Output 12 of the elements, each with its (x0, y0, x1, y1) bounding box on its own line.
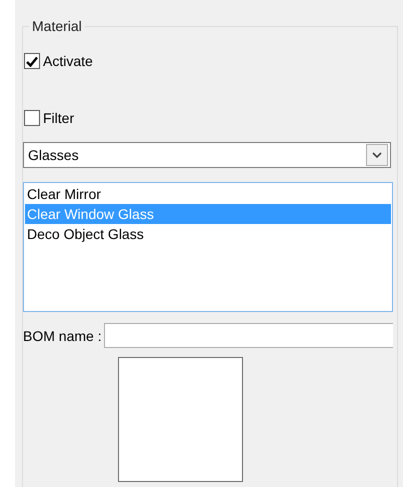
dropdown[interactable]: Glasses (23, 142, 391, 168)
list-item[interactable]: Deco Object Glass (25, 224, 391, 244)
checkbox[interactable] (24, 53, 40, 69)
checkbox-label[interactable]: Activate (43, 53, 93, 69)
checkbox-label[interactable]: Filter (43, 110, 74, 126)
bom-name-field[interactable] (104, 323, 393, 348)
chevron-down-icon (372, 152, 382, 158)
group-title: Material (31, 18, 83, 34)
bom-name-label: BOM name : (23, 328, 102, 344)
checkbox[interactable] (24, 110, 40, 126)
checkmark-icon (26, 56, 38, 66)
list-item[interactable]: Clear Mirror (25, 184, 391, 204)
